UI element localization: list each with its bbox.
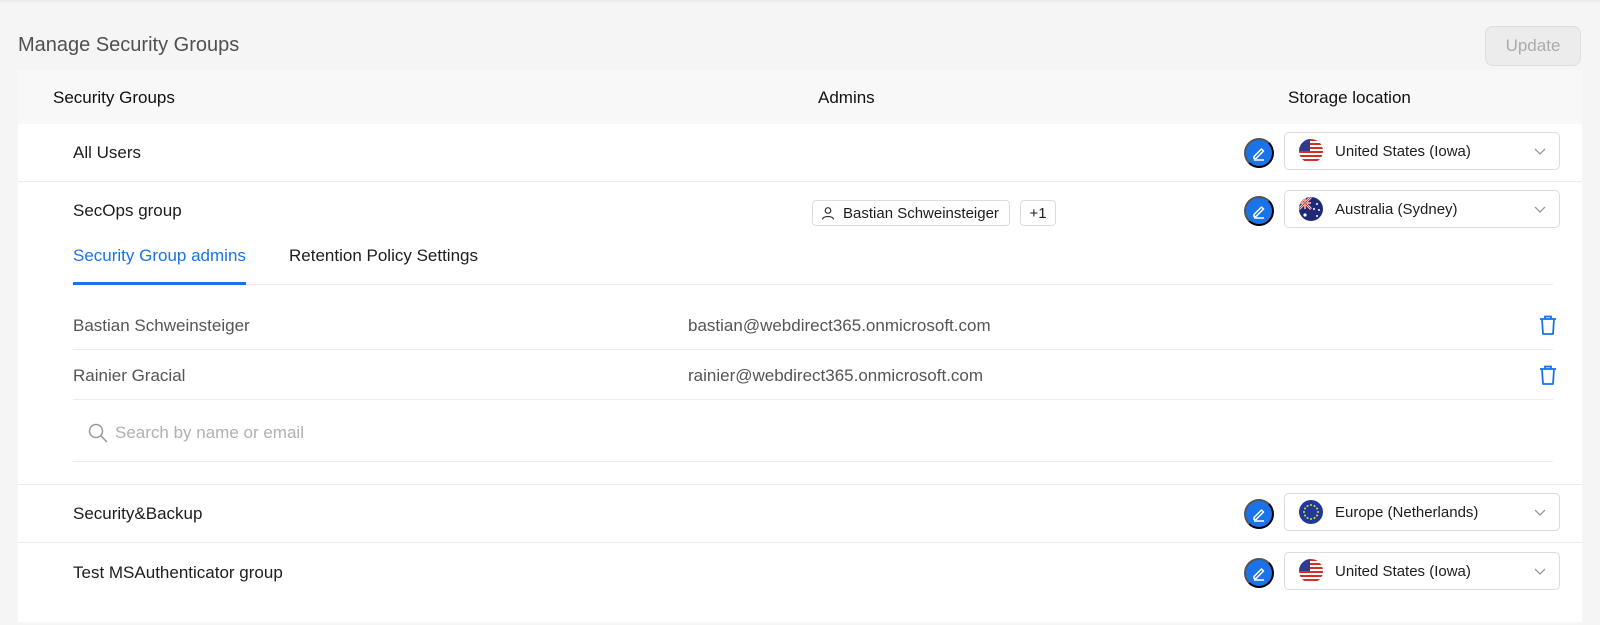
- storage-location-value: Europe (Netherlands): [1335, 503, 1479, 521]
- list-item: Bastian Schweinsteiger bastian@webdirect…: [73, 301, 1556, 350]
- table-row: SecOps group Bastian Schweinsteiger +1 A…: [18, 182, 1582, 240]
- user-icon: [821, 207, 835, 220]
- search-input[interactable]: [115, 422, 715, 443]
- eu-flag-icon: [1299, 500, 1323, 524]
- storage-location-select[interactable]: United States (Iowa): [1284, 552, 1560, 590]
- edit-button[interactable]: [1244, 499, 1274, 529]
- update-button[interactable]: Update: [1485, 26, 1581, 66]
- edit-button[interactable]: [1244, 196, 1274, 226]
- au-flag-icon: [1299, 197, 1323, 221]
- page-title: Manage Security Groups: [18, 34, 240, 56]
- group-name: All Users: [73, 143, 142, 162]
- table-row: Security&Backup Europe (Netherlands): [18, 485, 1582, 543]
- us-flag-icon: [1299, 559, 1323, 583]
- group-name: SecOps group: [73, 201, 182, 220]
- admin-chip[interactable]: Bastian Schweinsteiger: [812, 200, 1010, 226]
- pencil-icon: [1253, 148, 1265, 161]
- table-header: Security Groups Admins Storage location: [18, 70, 1582, 124]
- admin-search: [73, 404, 1553, 462]
- expanded-tabs: Security Group admins Retention Policy S…: [73, 244, 1553, 285]
- pencil-icon: [1253, 568, 1265, 581]
- admin-email: bastian@webdirect365.onmicrosoft.com: [688, 315, 991, 335]
- trash-icon[interactable]: [1536, 313, 1560, 337]
- storage-location-select[interactable]: United States (Iowa): [1284, 132, 1560, 170]
- storage-location-select[interactable]: Australia (Sydney): [1284, 190, 1560, 228]
- table-row: Test MSAuthenticator group United States…: [18, 544, 1582, 602]
- header-security-groups: Security Groups: [53, 88, 175, 107]
- table-row: All Users United States (Iowa): [18, 124, 1582, 182]
- us-flag-icon: [1299, 139, 1323, 163]
- admin-name: Rainier Gracial: [73, 365, 186, 385]
- group-name: Security&Backup: [73, 504, 203, 523]
- edit-button[interactable]: [1244, 138, 1274, 168]
- storage-location-value: Australia (Sydney): [1335, 200, 1458, 218]
- pencil-icon: [1253, 206, 1265, 219]
- admin-email: rainier@webdirect365.onmicrosoft.com: [688, 365, 984, 385]
- tab-retention-policy-settings[interactable]: Retention Policy Settings: [289, 244, 478, 285]
- search-icon: [88, 423, 108, 443]
- admin-name: Bastian Schweinsteiger: [73, 315, 250, 335]
- trash-icon[interactable]: [1536, 363, 1560, 387]
- list-item: Rainier Gracial rainier@webdirect365.onm…: [73, 351, 1556, 400]
- chevron-down-icon: [1534, 509, 1546, 516]
- storage-location-value: United States (Iowa): [1335, 142, 1471, 160]
- header-admins: Admins: [818, 88, 875, 107]
- chevron-down-icon: [1534, 568, 1546, 575]
- storage-location-select[interactable]: Europe (Netherlands): [1284, 493, 1560, 531]
- tab-security-group-admins[interactable]: Security Group admins: [73, 244, 246, 285]
- top-border: [0, 0, 1600, 2]
- chevron-down-icon: [1534, 148, 1546, 155]
- header-storage-location: Storage location: [1288, 88, 1411, 107]
- storage-location-value: United States (Iowa): [1335, 562, 1471, 580]
- group-name: Test MSAuthenticator group: [73, 563, 283, 582]
- pencil-icon: [1253, 509, 1265, 522]
- security-groups-table: Security Groups Admins Storage location …: [18, 70, 1582, 622]
- more-admins-chip[interactable]: +1: [1020, 200, 1056, 226]
- edit-button[interactable]: [1244, 558, 1274, 588]
- admin-chip-label: Bastian Schweinsteiger: [843, 204, 999, 222]
- chevron-down-icon: [1534, 206, 1546, 213]
